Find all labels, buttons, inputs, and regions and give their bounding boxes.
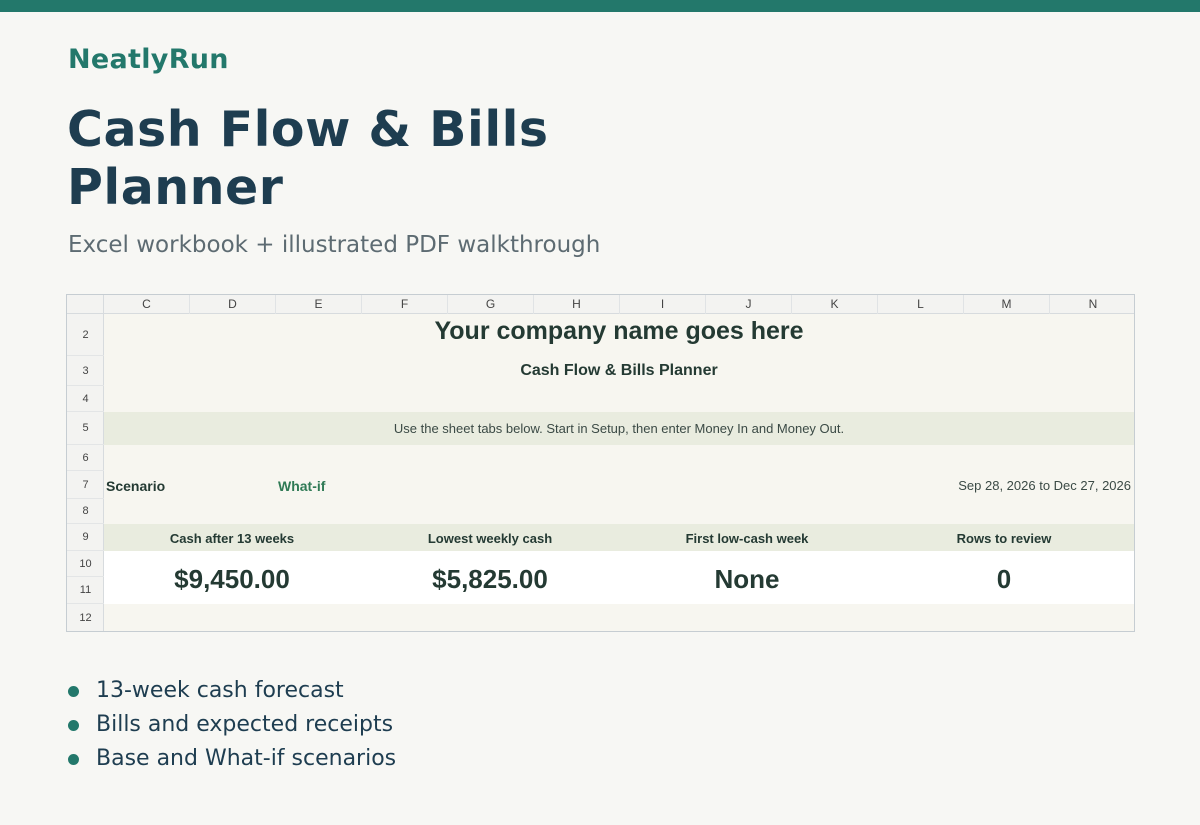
list-item: 13-week cash forecast — [68, 678, 396, 712]
row-header[interactable]: 6 — [67, 445, 104, 471]
select-all-corner[interactable] — [67, 295, 104, 314]
bullet-icon — [68, 720, 79, 731]
kpi-value-cash-after[interactable]: $9,450.00 — [132, 564, 332, 595]
kpi-value-low-cash-week[interactable]: None — [647, 564, 847, 595]
row-header[interactable]: 3 — [67, 356, 104, 386]
kpi-label-cash-after[interactable]: Cash after 13 weeks — [132, 531, 332, 546]
page-title: Cash Flow & Bills Planner — [67, 101, 549, 216]
sheet-title-cell[interactable]: Cash Flow & Bills Planner — [104, 362, 1134, 380]
scenario-label-cell[interactable]: Scenario — [106, 478, 165, 494]
row-header[interactable]: 2 — [67, 314, 104, 356]
column-header[interactable]: C — [104, 295, 190, 314]
column-header[interactable]: H — [534, 295, 620, 314]
row-header[interactable]: 7 — [67, 471, 104, 499]
top-accent-bar — [0, 0, 1200, 12]
kpi-label-lowest-cash[interactable]: Lowest weekly cash — [390, 531, 590, 546]
brand-name: NeatlyRun — [68, 44, 229, 75]
column-header[interactable]: M — [964, 295, 1050, 314]
kpi-label-rows-review[interactable]: Rows to review — [904, 531, 1104, 546]
instructions-cell[interactable]: Use the sheet tabs below. Start in Setup… — [104, 421, 1134, 436]
column-header[interactable]: I — [620, 295, 706, 314]
spreadsheet-preview: C D E F G H I J K L M N 2 3 4 5 6 7 8 9 … — [66, 294, 1135, 632]
column-header[interactable]: F — [362, 295, 448, 314]
column-header[interactable]: J — [706, 295, 792, 314]
company-name-cell[interactable]: Your company name goes here — [104, 317, 1134, 346]
column-header[interactable]: E — [276, 295, 362, 314]
feature-list: 13-week cash forecast Bills and expected… — [68, 678, 396, 780]
row-header[interactable]: 4 — [67, 386, 104, 412]
list-item: Base and What-if scenarios — [68, 746, 396, 780]
column-header[interactable]: K — [792, 295, 878, 314]
feature-text: Base and What-if scenarios — [96, 746, 397, 771]
date-range-cell[interactable]: Sep 28, 2026 to Dec 27, 2026 — [958, 478, 1131, 493]
column-header-row: C D E F G H I J K L M N — [67, 295, 1134, 314]
row-header[interactable]: 10 — [67, 551, 104, 577]
row-header[interactable]: 12 — [67, 604, 104, 631]
column-header[interactable]: N — [1050, 295, 1136, 314]
page-subtitle: Excel workbook + illustrated PDF walkthr… — [68, 232, 601, 258]
row-header[interactable]: 5 — [67, 412, 104, 445]
row-header[interactable]: 9 — [67, 524, 104, 551]
row-header-column: 2 3 4 5 6 7 8 9 10 11 12 — [67, 314, 104, 631]
bullet-icon — [68, 686, 79, 697]
feature-text: Bills and expected receipts — [96, 712, 394, 737]
column-header[interactable]: D — [190, 295, 276, 314]
bullet-icon — [68, 754, 79, 765]
kpi-value-rows-review[interactable]: 0 — [904, 564, 1104, 595]
kpi-label-low-cash-week[interactable]: First low-cash week — [647, 531, 847, 546]
row-header[interactable]: 11 — [67, 577, 104, 604]
column-header[interactable]: L — [878, 295, 964, 314]
column-header[interactable]: G — [448, 295, 534, 314]
feature-text: 13-week cash forecast — [96, 678, 344, 703]
scenario-value-cell[interactable]: What-if — [278, 478, 325, 494]
kpi-value-lowest-cash[interactable]: $5,825.00 — [390, 564, 590, 595]
list-item: Bills and expected receipts — [68, 712, 396, 746]
row-header[interactable]: 8 — [67, 499, 104, 524]
